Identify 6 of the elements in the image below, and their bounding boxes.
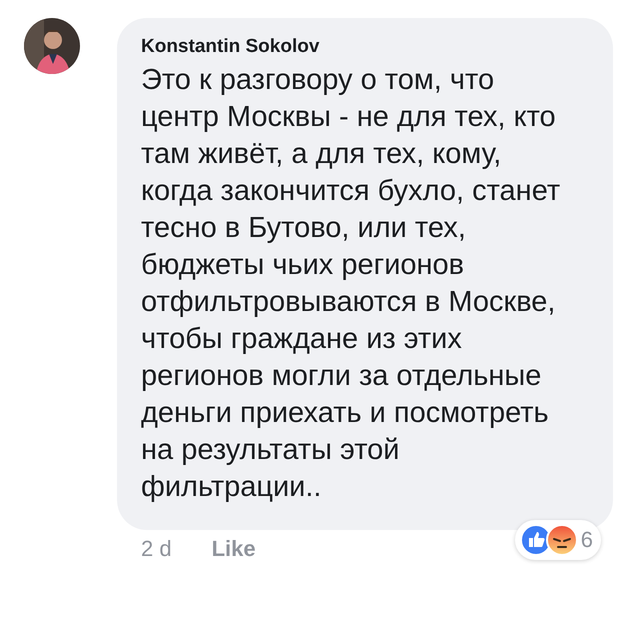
comment-text: Это к разговору о том, что центр Москвы - не для тех, кто там живёт, а для тех, кому, когда закончится бухло, станет тесно в Бутово, или тех, бюджеты чьих регионов отфильтровываются в Москве, чтобы граждане из этих регионов могли за отдельные деньги приехать и посмотреть на результаты этой фильтрации..	[141, 63, 561, 505]
comment-time: 2 d	[141, 536, 172, 562]
angry-face-icon	[546, 524, 578, 556]
reactions-summary[interactable]: 6	[514, 520, 601, 560]
like-link[interactable]: Like	[212, 536, 256, 562]
author-name: Konstantin Sokolov	[141, 36, 320, 58]
